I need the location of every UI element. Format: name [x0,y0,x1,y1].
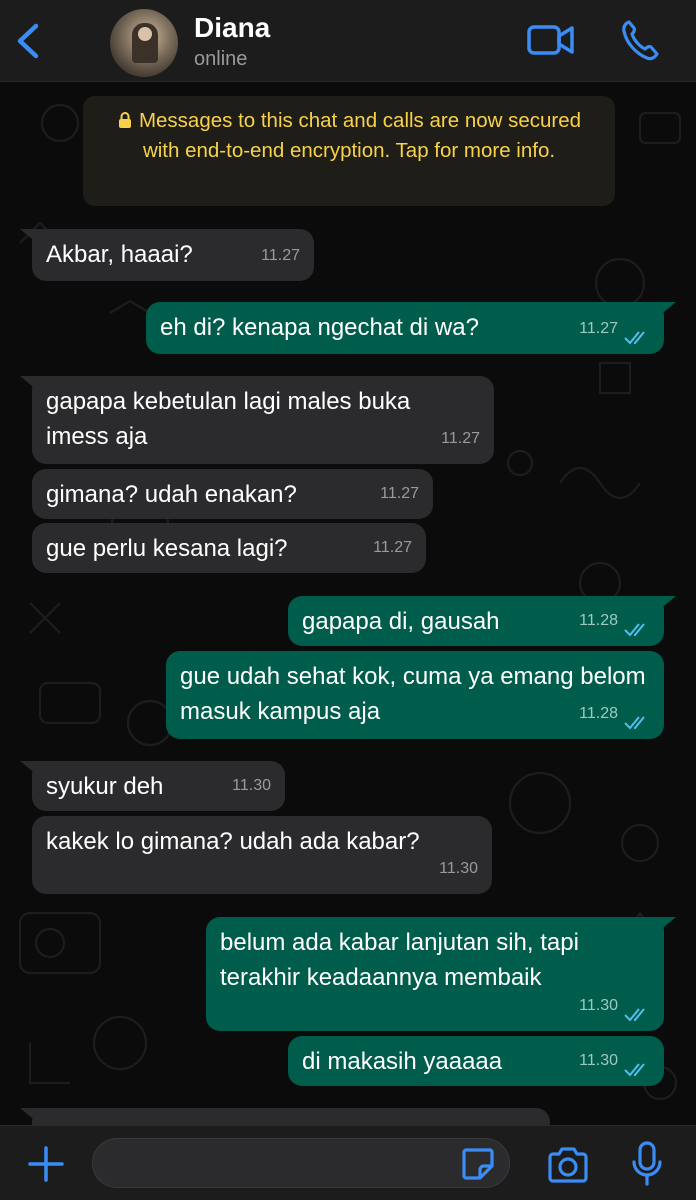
back-button[interactable] [12,18,46,64]
read-ticks-icon [624,623,645,637]
message-text: syukur deh [46,773,164,800]
read-ticks-icon [624,716,645,730]
sticker-button[interactable] [460,1146,496,1182]
message-bubble-outgoing[interactable]: gapapa di, gausah 11.28 [288,596,664,646]
attach-button[interactable] [26,1144,66,1184]
message-bubble-incoming[interactable]: Akbar, haaai? 11.27 [32,229,314,281]
message-bubble-incoming[interactable]: gapapa kebetulan lagi males buka imess a… [32,376,494,464]
message-time: 11.30 [439,860,478,877]
video-camera-icon [527,25,574,55]
message-composer [0,1125,696,1200]
message-bubble-incoming[interactable]: gue perlu kesana lagi? 11.27 [32,523,426,573]
chat-header: Diana online [0,0,696,82]
message-text: di makasih yaaaaa [302,1048,503,1075]
video-call-button[interactable] [526,20,576,60]
message-bubble-incoming-partial[interactable] [32,1108,550,1125]
avatar-face [138,27,152,41]
read-ticks-icon [624,1008,645,1022]
message-time: 11.28 [579,612,618,629]
avatar[interactable] [110,9,178,77]
message-text: belum ada kabar lanjutan sih, tapi terak… [220,929,579,991]
camera-icon [548,1147,588,1183]
message-input[interactable] [92,1138,510,1188]
message-text: gapapa kebetulan lagi males buka imess a… [46,388,411,450]
message-time: 11.30 [232,777,271,794]
message-bubble-outgoing[interactable]: gue udah sehat kok, cuma ya emang belom … [166,651,664,739]
message-time: 11.30 [579,1052,618,1069]
message-text: Akbar, haaai? [46,241,193,268]
message-time: 11.27 [579,320,618,337]
message-time: 11.27 [373,539,412,556]
chat-area[interactable]: Messages to this chat and calls are now … [0,83,696,1125]
message-time: 11.27 [261,247,300,264]
message-time: 11.30 [579,997,618,1014]
message-bubble-incoming[interactable]: syukur deh 11.30 [32,761,285,811]
camera-button[interactable] [546,1146,590,1184]
encryption-notice[interactable]: Messages to this chat and calls are now … [83,96,615,206]
chevron-left-icon [17,23,39,59]
contact-status: online [194,48,248,70]
contact-name[interactable]: Diana [194,12,270,44]
plus-icon [28,1146,64,1182]
phone-icon [622,20,659,61]
message-text: gapapa di, gausah [302,608,500,635]
message-text: kakek lo gimana? udah ada kabar? [46,828,420,855]
message-text: eh di? kenapa ngechat di wa? [160,314,479,341]
lock-icon [118,112,131,128]
message-time: 11.27 [380,485,419,502]
voice-message-button[interactable] [630,1140,664,1188]
read-ticks-icon [624,1063,645,1077]
message-text: gue perlu kesana lagi? [46,535,288,562]
message-bubble-incoming[interactable]: gimana? udah enakan? 11.27 [32,469,433,519]
message-bubble-incoming[interactable]: kakek lo gimana? udah ada kabar? 11.30 [32,816,492,894]
sticker-icon [462,1148,494,1180]
encryption-notice-text: Messages to this chat and calls are now … [138,109,582,162]
message-bubble-outgoing[interactable]: eh di? kenapa ngechat di wa? 11.27 [146,302,664,354]
message-time: 11.28 [579,705,618,722]
message-bubble-outgoing[interactable]: di makasih yaaaaa 11.30 [288,1036,664,1086]
message-time: 11.27 [441,430,480,447]
voice-call-button[interactable] [620,18,660,62]
microphone-icon [632,1141,662,1186]
message-text: gimana? udah enakan? [46,481,297,508]
read-ticks-icon [624,331,645,345]
message-bubble-outgoing[interactable]: belum ada kabar lanjutan sih, tapi terak… [206,917,664,1031]
